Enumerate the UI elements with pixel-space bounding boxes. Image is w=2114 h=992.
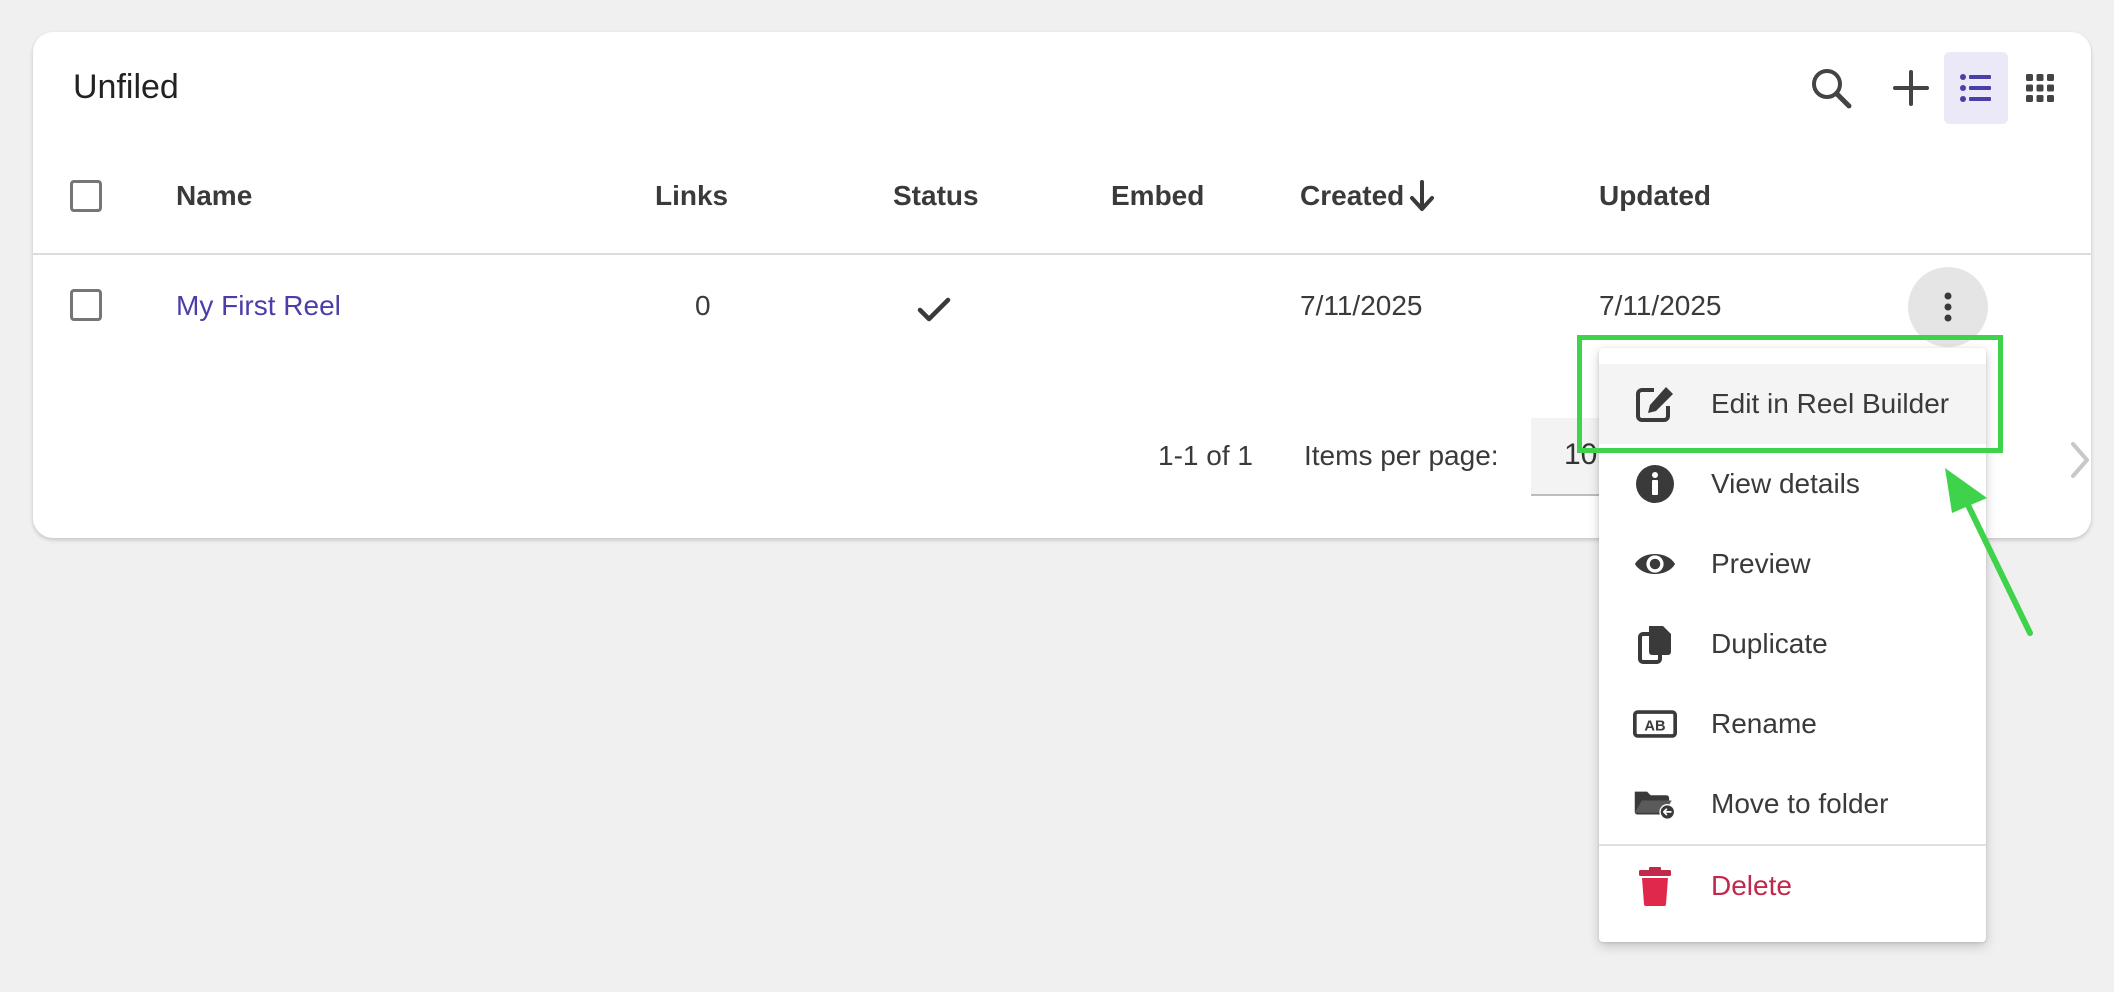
column-header-links[interactable]: Links [655, 180, 728, 212]
column-header-created[interactable]: Created [1300, 180, 1436, 212]
svg-text:AB: AB [1644, 718, 1665, 734]
info-icon [1633, 464, 1677, 504]
annotation-highlight-box [1577, 335, 2003, 453]
menu-item-duplicate[interactable]: Duplicate [1599, 604, 1986, 684]
list-view-icon [1960, 74, 1991, 102]
created-date: 7/11/2025 [1300, 290, 1423, 321]
trash-icon [1633, 866, 1677, 906]
pagination-range: 1-1 of 1 [1158, 440, 1253, 471]
column-header-updated[interactable]: Updated [1599, 180, 1711, 212]
updated-date: 7/11/2025 [1599, 290, 1722, 321]
eye-icon [1633, 544, 1677, 584]
grid-view-icon [2026, 74, 2054, 102]
column-header-created-label: Created [1300, 180, 1405, 211]
search-button[interactable] [1799, 52, 1863, 124]
menu-item-delete[interactable]: Delete [1599, 846, 1986, 926]
grid-view-button[interactable] [2008, 52, 2072, 124]
row-checkbox[interactable] [70, 289, 102, 321]
status-check-icon [917, 297, 951, 322]
page-title: Unfiled [73, 68, 179, 106]
plus-icon [1893, 70, 1929, 106]
duplicate-icon [1633, 624, 1677, 664]
move-folder-icon [1633, 784, 1677, 824]
menu-item-move-to-folder[interactable]: Move to folder [1599, 764, 1986, 844]
links-count: 0 [695, 290, 711, 321]
list-view-button[interactable] [1944, 52, 2008, 124]
menu-item-label: View details [1711, 468, 1860, 499]
reel-name-link[interactable]: My First Reel [176, 290, 341, 322]
menu-item-rename[interactable]: AB Rename [1599, 684, 1986, 764]
menu-item-preview[interactable]: Preview [1599, 524, 1986, 604]
more-vertical-icon [1944, 292, 1952, 322]
items-per-page-label: Items per page: [1304, 440, 1499, 471]
search-icon [1812, 69, 1852, 109]
rename-icon: AB [1633, 704, 1677, 744]
menu-item-label: Rename [1711, 708, 1817, 739]
menu-item-label: Delete [1711, 870, 1792, 901]
menu-item-label: Preview [1711, 548, 1811, 579]
select-all-checkbox[interactable] [70, 180, 102, 212]
header-divider [33, 253, 2091, 255]
column-header-name[interactable]: Name [176, 180, 252, 212]
menu-item-label: Move to folder [1711, 788, 1889, 819]
sort-descending-icon [1410, 180, 1435, 211]
menu-item-label: Duplicate [1711, 628, 1828, 659]
add-button[interactable] [1879, 52, 1943, 124]
column-header-embed[interactable]: Embed [1111, 180, 1204, 212]
menu-item-view-details[interactable]: View details [1599, 444, 1986, 524]
column-header-status[interactable]: Status [893, 180, 979, 212]
next-page-button[interactable] [2065, 440, 2095, 480]
